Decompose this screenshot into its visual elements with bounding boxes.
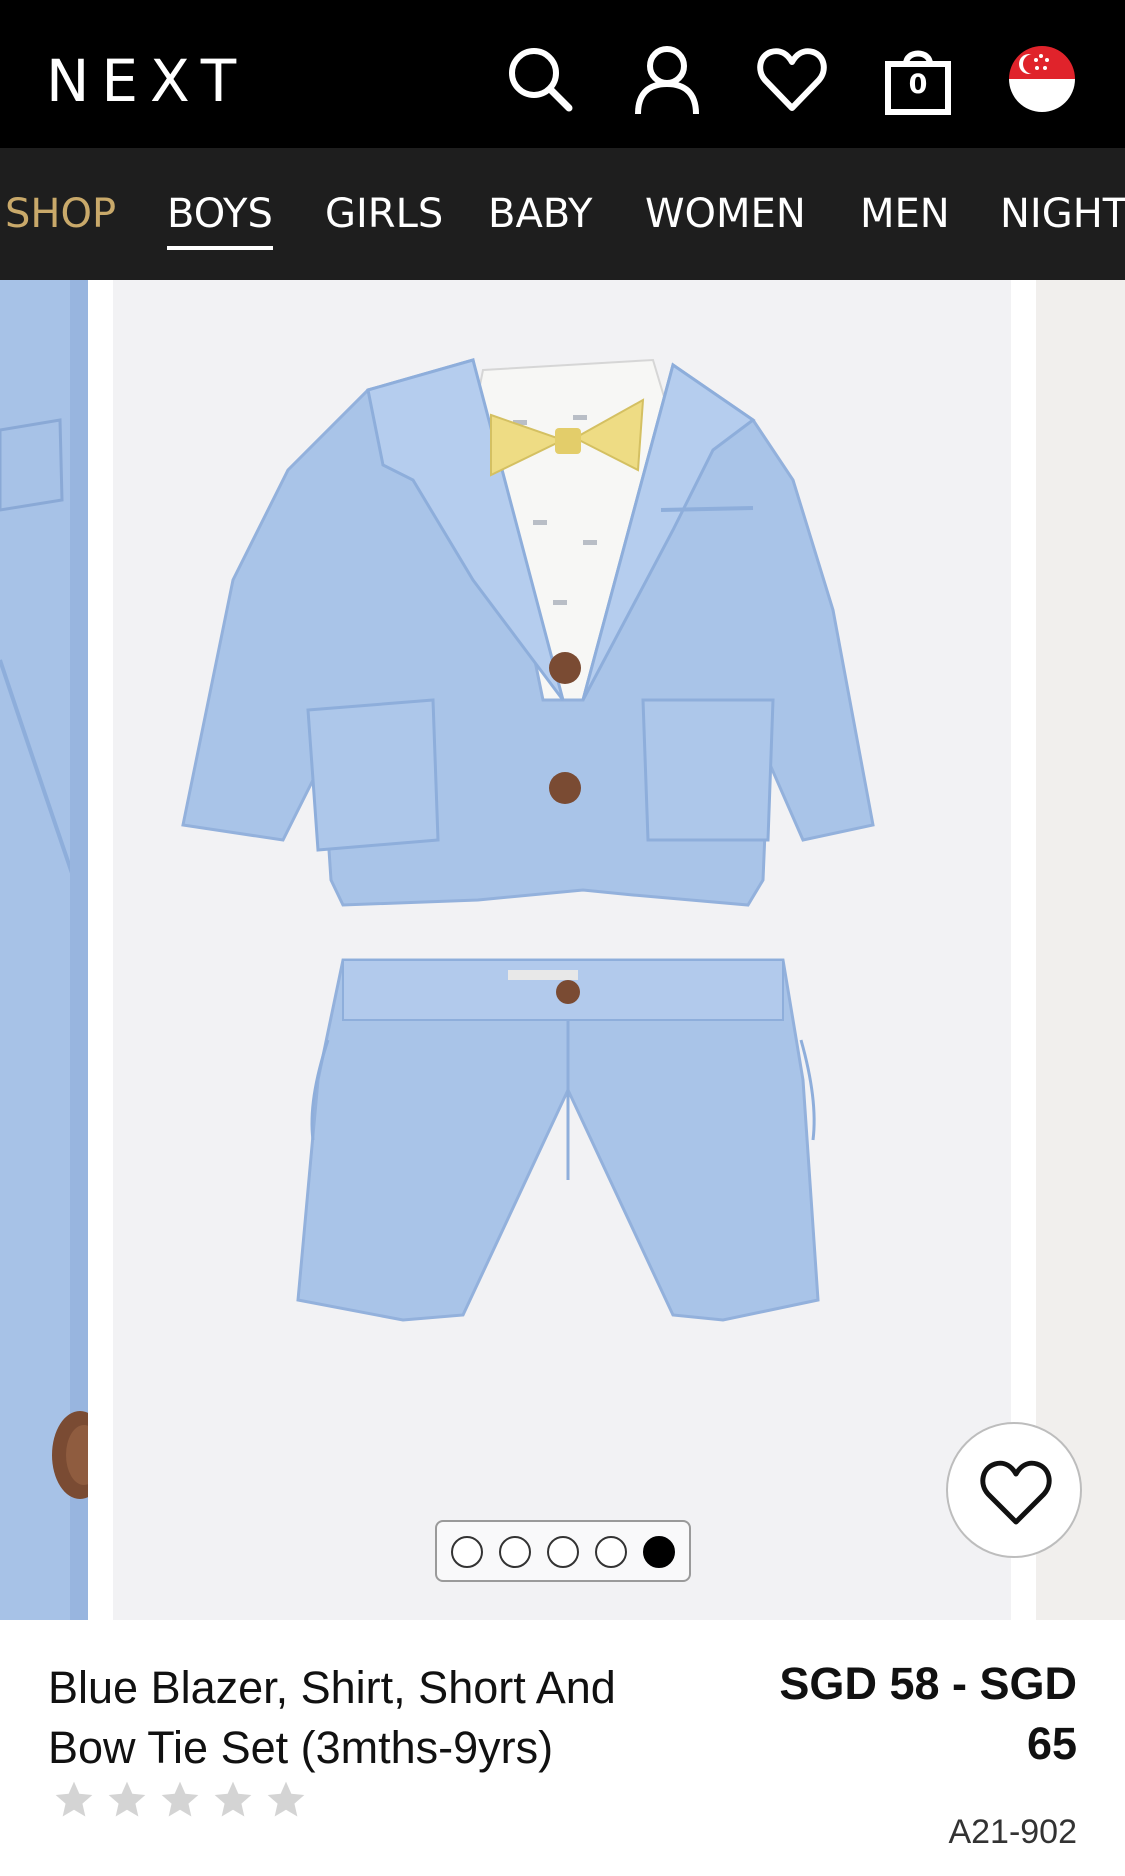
search-icon[interactable]: [503, 42, 577, 116]
nav-item-boys[interactable]: BOYS: [167, 188, 273, 250]
category-nav: SHOP BOYS GIRLS BABY WOMEN MEN NIGHT: [0, 148, 1125, 280]
pager-dot-1[interactable]: [451, 1536, 483, 1568]
price-line-1: SGD 58 - SGD: [779, 1658, 1077, 1709]
product-info: Blue Blazer, Shirt, Short And Bow Tie Se…: [0, 1620, 1125, 1876]
add-to-favourites-button[interactable]: [946, 1422, 1082, 1558]
heart-icon[interactable]: [755, 42, 829, 116]
nav-item-nightwear[interactable]: NIGHT: [1000, 188, 1125, 240]
next-image-peek[interactable]: [1036, 280, 1125, 1620]
star-icon: [52, 1778, 96, 1822]
country-flag-icon[interactable]: [1007, 44, 1077, 114]
image-pager-dots: [435, 1520, 691, 1582]
nav-item-girls[interactable]: GIRLS: [325, 188, 443, 240]
product-title: Blue Blazer, Shirt, Short And Bow Tie Se…: [48, 1662, 616, 1773]
bag-count: 0: [908, 69, 928, 100]
product-image-carousel[interactable]: [0, 280, 1125, 1620]
price-line-2: 65: [1026, 1718, 1077, 1769]
nav-item-men[interactable]: MEN: [860, 188, 950, 240]
product-main-image[interactable]: [113, 280, 1011, 1620]
heart-outline-icon: [980, 1460, 1052, 1525]
nav-item-women[interactable]: WOMEN: [645, 188, 806, 240]
star-icon: [105, 1778, 149, 1822]
bag-icon[interactable]: 0: [881, 42, 955, 116]
top-header: NEXT 0: [0, 0, 1125, 148]
star-icon: [264, 1778, 308, 1822]
pager-dot-2[interactable]: [499, 1536, 531, 1568]
nav-item-shop[interactable]: SHOP: [5, 188, 116, 240]
product-price: SGD 58 - SGD 65: [737, 1654, 1077, 1774]
star-icon: [158, 1778, 202, 1822]
pager-dot-3[interactable]: [547, 1536, 579, 1568]
previous-image-peek[interactable]: [0, 280, 88, 1620]
next-logo[interactable]: NEXT: [46, 44, 248, 118]
account-icon[interactable]: [630, 42, 704, 116]
product-code: A21-902: [948, 1813, 1077, 1851]
star-icon: [211, 1778, 255, 1822]
nav-item-baby[interactable]: BABY: [488, 188, 593, 240]
pager-dot-5-active[interactable]: [643, 1536, 675, 1568]
rating-stars[interactable]: [52, 1778, 312, 1822]
pager-dot-4[interactable]: [595, 1536, 627, 1568]
